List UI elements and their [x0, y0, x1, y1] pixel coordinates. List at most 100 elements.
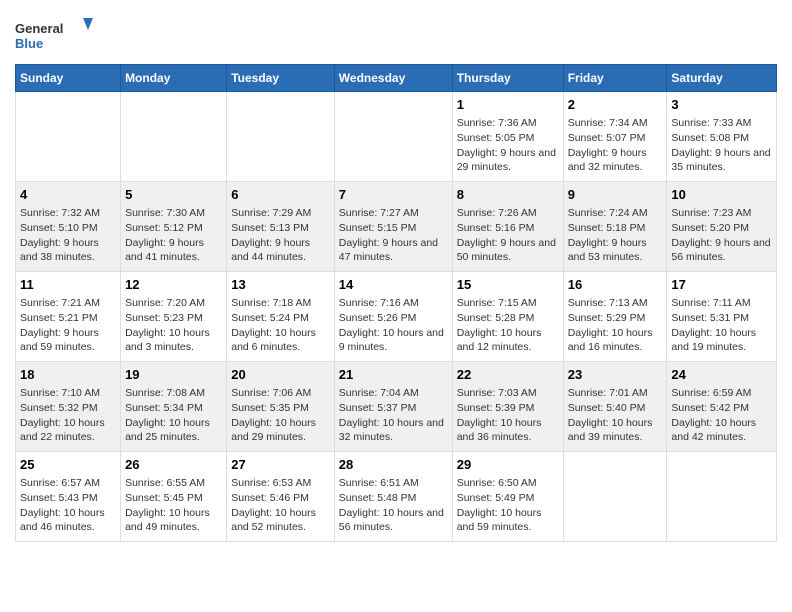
calendar-cell: 18 Sunrise: 7:10 AMSunset: 5:32 PMDayligh…: [16, 362, 121, 452]
header: General Blue: [15, 10, 777, 56]
day-number: 21: [339, 366, 448, 384]
day-info: Sunrise: 7:01 AMSunset: 5:40 PMDaylight:…: [568, 386, 663, 445]
calendar-cell: 2Sunrise: 7:34 AMSunset: 5:07 PMDaylight…: [563, 92, 667, 182]
day-number: 17: [671, 276, 772, 294]
header-sunday: Sunday: [16, 65, 121, 92]
logo: General Blue: [15, 16, 95, 56]
day-number: 11: [20, 276, 116, 294]
day-info: Sunrise: 7:26 AMSunset: 5:16 PMDaylight:…: [457, 206, 559, 265]
calendar-cell: 5Sunrise: 7:30 AMSunset: 5:12 PMDaylight…: [121, 182, 227, 272]
calendar-body: 1 Sunrise: 7:36 AMSunset: 5:05 PMDaylight…: [16, 92, 777, 542]
day-info: Sunrise: 7:27 AMSunset: 5:15 PMDaylight:…: [339, 206, 448, 265]
week-row-2: 4 Sunrise: 7:32 AMSunset: 5:10 PMDaylight…: [16, 182, 777, 272]
day-number: 4: [20, 186, 116, 204]
day-info: Sunrise: 7:06 AMSunset: 5:35 PMDaylight:…: [231, 386, 330, 445]
calendar-cell: [227, 92, 335, 182]
calendar-cell: 27Sunrise: 6:53 AMSunset: 5:46 PMDayligh…: [227, 452, 335, 542]
calendar-cell: 19Sunrise: 7:08 AMSunset: 5:34 PMDayligh…: [121, 362, 227, 452]
header-row: SundayMondayTuesdayWednesdayThursdayFrid…: [16, 65, 777, 92]
day-info: Sunrise: 6:57 AMSunset: 5:43 PMDaylight:…: [20, 476, 116, 535]
calendar-cell: [121, 92, 227, 182]
calendar-cell: 21Sunrise: 7:04 AMSunset: 5:37 PMDayligh…: [334, 362, 452, 452]
svg-text:Blue: Blue: [15, 36, 43, 51]
day-info: Sunrise: 7:36 AMSunset: 5:05 PMDaylight:…: [457, 116, 559, 175]
day-number: 14: [339, 276, 448, 294]
calendar-cell: [563, 452, 667, 542]
svg-text:General: General: [15, 21, 63, 36]
day-number: 9: [568, 186, 663, 204]
calendar-cell: 25 Sunrise: 6:57 AMSunset: 5:43 PMDayligh…: [16, 452, 121, 542]
week-row-4: 18 Sunrise: 7:10 AMSunset: 5:32 PMDayligh…: [16, 362, 777, 452]
day-info: Sunrise: 7:21 AMSunset: 5:21 PMDaylight:…: [20, 296, 116, 355]
calendar-cell: 24Sunrise: 6:59 AMSunset: 5:42 PMDayligh…: [667, 362, 777, 452]
day-number: 18: [20, 366, 116, 384]
calendar-cell: 14 Sunrise: 7:16 AMSunset: 5:26 PMDayligh…: [334, 272, 452, 362]
calendar-cell: 17 Sunrise: 7:11 AMSunset: 5:31 PMDayligh…: [667, 272, 777, 362]
calendar-cell: 9 Sunrise: 7:24 AMSunset: 5:18 PMDaylight…: [563, 182, 667, 272]
day-number: 16: [568, 276, 663, 294]
header-thursday: Thursday: [452, 65, 563, 92]
day-number: 8: [457, 186, 559, 204]
day-info: Sunrise: 7:15 AMSunset: 5:28 PMDaylight:…: [457, 296, 559, 355]
day-info: Sunrise: 7:34 AMSunset: 5:07 PMDaylight:…: [568, 116, 663, 175]
day-number: 1: [457, 96, 559, 114]
day-number: 25: [20, 456, 116, 474]
header-tuesday: Tuesday: [227, 65, 335, 92]
day-info: Sunrise: 7:24 AMSunset: 5:18 PMDaylight:…: [568, 206, 663, 265]
day-number: 26: [125, 456, 222, 474]
header-saturday: Saturday: [667, 65, 777, 92]
day-number: 6: [231, 186, 330, 204]
calendar-cell: 8 Sunrise: 7:26 AMSunset: 5:16 PMDaylight…: [452, 182, 563, 272]
day-info: Sunrise: 7:33 AMSunset: 5:08 PMDaylight:…: [671, 116, 772, 175]
calendar-table: SundayMondayTuesdayWednesdayThursdayFrid…: [15, 64, 777, 542]
day-info: Sunrise: 7:18 AMSunset: 5:24 PMDaylight:…: [231, 296, 330, 355]
day-info: Sunrise: 7:11 AMSunset: 5:31 PMDaylight:…: [671, 296, 772, 355]
day-info: Sunrise: 6:55 AMSunset: 5:45 PMDaylight:…: [125, 476, 222, 535]
calendar-cell: [16, 92, 121, 182]
day-info: Sunrise: 7:29 AMSunset: 5:13 PMDaylight:…: [231, 206, 330, 265]
day-info: Sunrise: 7:13 AMSunset: 5:29 PMDaylight:…: [568, 296, 663, 355]
week-row-3: 11 Sunrise: 7:21 AMSunset: 5:21 PMDayligh…: [16, 272, 777, 362]
calendar-cell: 29Sunrise: 6:50 AMSunset: 5:49 PMDayligh…: [452, 452, 563, 542]
day-info: Sunrise: 7:30 AMSunset: 5:12 PMDaylight:…: [125, 206, 222, 265]
header-monday: Monday: [121, 65, 227, 92]
calendar-cell: 12Sunrise: 7:20 AMSunset: 5:23 PMDayligh…: [121, 272, 227, 362]
calendar-cell: 15 Sunrise: 7:15 AMSunset: 5:28 PMDayligh…: [452, 272, 563, 362]
day-info: Sunrise: 7:03 AMSunset: 5:39 PMDaylight:…: [457, 386, 559, 445]
day-number: 22: [457, 366, 559, 384]
header-friday: Friday: [563, 65, 667, 92]
calendar-cell: 10 Sunrise: 7:23 AMSunset: 5:20 PMDayligh…: [667, 182, 777, 272]
calendar-cell: 28Sunrise: 6:51 AMSunset: 5:48 PMDayligh…: [334, 452, 452, 542]
day-info: Sunrise: 6:51 AMSunset: 5:48 PMDaylight:…: [339, 476, 448, 535]
calendar-header: SundayMondayTuesdayWednesdayThursdayFrid…: [16, 65, 777, 92]
calendar-cell: 3 Sunrise: 7:33 AMSunset: 5:08 PMDaylight…: [667, 92, 777, 182]
day-number: 10: [671, 186, 772, 204]
calendar-cell: 22 Sunrise: 7:03 AMSunset: 5:39 PMDayligh…: [452, 362, 563, 452]
week-row-5: 25 Sunrise: 6:57 AMSunset: 5:43 PMDayligh…: [16, 452, 777, 542]
calendar-cell: 4 Sunrise: 7:32 AMSunset: 5:10 PMDaylight…: [16, 182, 121, 272]
calendar-cell: [667, 452, 777, 542]
calendar-cell: 7 Sunrise: 7:27 AMSunset: 5:15 PMDaylight…: [334, 182, 452, 272]
day-number: 3: [671, 96, 772, 114]
calendar-cell: 23 Sunrise: 7:01 AMSunset: 5:40 PMDayligh…: [563, 362, 667, 452]
day-info: Sunrise: 7:23 AMSunset: 5:20 PMDaylight:…: [671, 206, 772, 265]
day-info: Sunrise: 7:20 AMSunset: 5:23 PMDaylight:…: [125, 296, 222, 355]
day-number: 27: [231, 456, 330, 474]
day-info: Sunrise: 6:50 AMSunset: 5:49 PMDaylight:…: [457, 476, 559, 535]
calendar-cell: [334, 92, 452, 182]
day-number: 7: [339, 186, 448, 204]
day-number: 19: [125, 366, 222, 384]
header-wednesday: Wednesday: [334, 65, 452, 92]
day-number: 24: [671, 366, 772, 384]
calendar-cell: 20Sunrise: 7:06 AMSunset: 5:35 PMDayligh…: [227, 362, 335, 452]
calendar-cell: 1 Sunrise: 7:36 AMSunset: 5:05 PMDaylight…: [452, 92, 563, 182]
day-number: 23: [568, 366, 663, 384]
calendar-cell: 16 Sunrise: 7:13 AMSunset: 5:29 PMDayligh…: [563, 272, 667, 362]
logo-svg: General Blue: [15, 16, 95, 56]
calendar-cell: 11 Sunrise: 7:21 AMSunset: 5:21 PMDayligh…: [16, 272, 121, 362]
day-number: 15: [457, 276, 559, 294]
calendar-cell: 6 Sunrise: 7:29 AMSunset: 5:13 PMDaylight…: [227, 182, 335, 272]
day-info: Sunrise: 7:32 AMSunset: 5:10 PMDaylight:…: [20, 206, 116, 265]
day-info: Sunrise: 7:10 AMSunset: 5:32 PMDaylight:…: [20, 386, 116, 445]
day-info: Sunrise: 7:16 AMSunset: 5:26 PMDaylight:…: [339, 296, 448, 355]
